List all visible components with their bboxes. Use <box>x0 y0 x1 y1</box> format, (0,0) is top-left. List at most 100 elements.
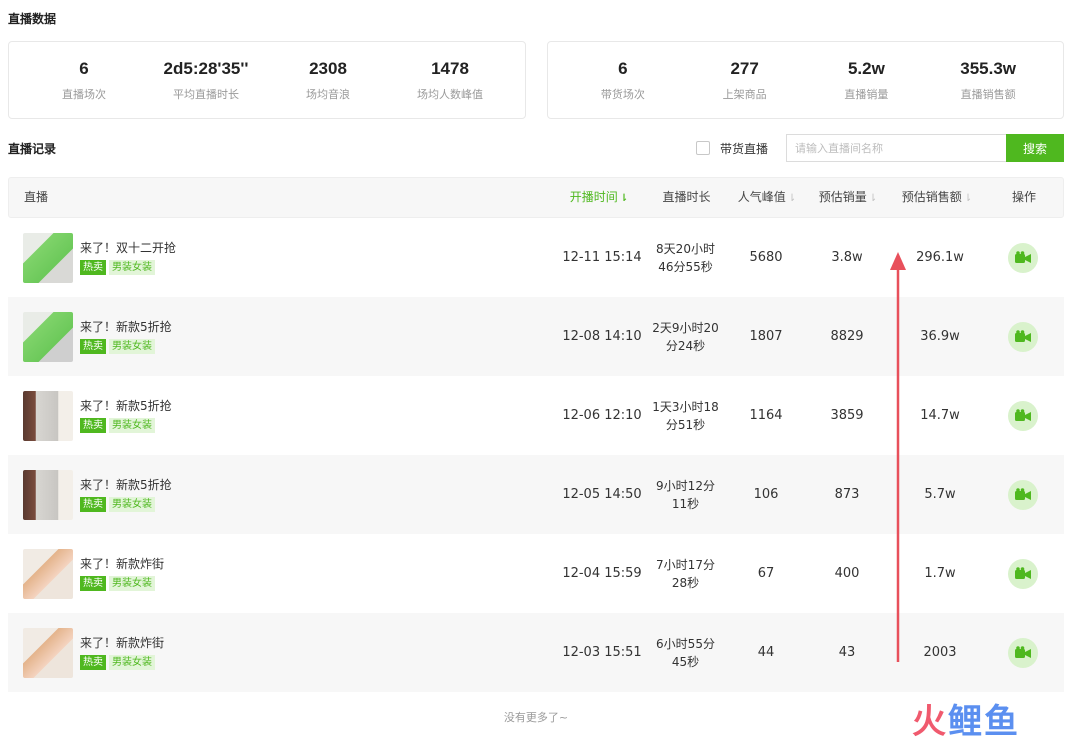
table-row[interactable]: 来了！新款5折抢 热卖 男装女装 12-08 14:10 2天9小时20分24秒 1807… <box>8 297 1064 376</box>
search-button[interactable]: 搜索 <box>1006 134 1064 162</box>
table-row[interactable]: 来了！新款5折抢 热卖 男装女装 12-06 12:10 1天3小时18分51秒 1164… <box>8 376 1064 455</box>
stat-label: 上架商品 <box>722 88 767 101</box>
stat-value: 2d5:28'35'' <box>163 59 249 78</box>
replay-video-button[interactable] <box>1008 479 1038 510</box>
sort-icon: ⇂ <box>963 193 973 204</box>
stream-thumbnail[interactable] <box>23 233 73 283</box>
video-camera-icon <box>1015 566 1031 579</box>
peak-viewers-cell: 106 <box>753 487 779 502</box>
sort-down-icon: ⇂ <box>619 193 629 204</box>
stat-label: 直播销量 <box>844 88 889 101</box>
records-filter: 带货直播 搜索 <box>695 134 1064 162</box>
action-cell <box>1008 376 1038 455</box>
hot-tag: 热卖 <box>80 339 106 354</box>
header-est-sales[interactable]: 预估销量 ⇂ <box>813 178 883 217</box>
replay-video-button[interactable] <box>1008 242 1038 273</box>
sales-live-checkbox[interactable] <box>695 141 710 155</box>
stream-title[interactable]: 来了！新款5折抢 <box>80 397 172 414</box>
stat-live-sales-volume: 5.2w 直播销量 <box>806 58 928 102</box>
stats-section-title: 直播数据 <box>8 12 57 26</box>
header-peak-label: 人气峰值 <box>737 190 786 204</box>
stream-thumbnail[interactable] <box>23 549 73 599</box>
peak-viewers-cell: 1807 <box>749 329 783 344</box>
stream-title[interactable]: 来了！双十二开抢 <box>80 239 176 256</box>
records-section-title: 直播记录 <box>8 142 57 156</box>
stat-label: 直播销售额 <box>960 88 1016 101</box>
header-est-revenue[interactable]: 预估销售额 ⇂ <box>897 178 977 217</box>
stat-live-revenue: 355.3w 直播销售额 <box>927 58 1049 102</box>
duration-text: 6小时55分45秒 <box>656 636 715 669</box>
header-est-sales-label: 预估销量 <box>818 190 867 204</box>
header-stream: 直播 <box>24 190 49 204</box>
watermark-part-1: 火 <box>912 702 948 739</box>
table-row[interactable]: 来了！新款炸街 热卖 男装女装 12-03 15:51 6小时55分45秒 44 43 200… <box>8 613 1064 692</box>
est-revenue-cell: 5.7w <box>924 487 956 502</box>
est-revenue-cell: 296.1w <box>916 250 964 265</box>
replay-video-button[interactable] <box>1008 637 1038 668</box>
table-row[interactable]: 来了！双十二开抢 热卖 男装女装 12-11 15:14 8天20小时46分55秒 568… <box>8 218 1064 297</box>
table-row[interactable]: 来了！新款5折抢 热卖 男装女装 12-05 14:50 9小时12分11秒 106 873… <box>8 455 1064 534</box>
duration-text: 7小时17分28秒 <box>656 557 715 590</box>
video-camera-icon <box>1015 329 1031 342</box>
stream-tags: 热卖 男装女装 <box>80 260 155 275</box>
duration-cell: 8天20小时46分55秒 <box>648 218 723 297</box>
video-camera-icon <box>1015 250 1031 263</box>
est-revenue-cell: 1.7w <box>924 566 956 581</box>
est-sales-cell: 8829 <box>830 329 864 344</box>
stream-title[interactable]: 来了！新款5折抢 <box>80 476 172 493</box>
stat-value: 277 <box>730 59 759 78</box>
category-tag: 男装女装 <box>109 260 155 275</box>
category-tag: 男装女装 <box>109 339 155 354</box>
peak-viewers-cell: 67 <box>757 566 775 581</box>
stream-title[interactable]: 来了！新款5折抢 <box>80 318 172 335</box>
header-start-time-label: 开播时间 <box>569 190 618 204</box>
stat-value: 5.2w <box>847 59 885 78</box>
replay-video-button[interactable] <box>1008 400 1038 431</box>
stat-avg-duration: 2d5:28'35'' 平均直播时长 <box>145 58 267 102</box>
stat-live-count: 6 直播场次 <box>23 58 145 102</box>
duration-text: 1天3小时18分51秒 <box>652 399 719 432</box>
stream-thumbnail[interactable] <box>23 470 73 520</box>
header-start-time[interactable]: 开播时间 ⇂ <box>561 178 637 217</box>
header-est-revenue-label: 预估销售额 <box>901 190 962 204</box>
sales-stats-card: 6 带货场次 277 上架商品 5.2w 直播销量 355.3w 直播销售额 <box>547 41 1064 119</box>
duration-cell: 6小时55分45秒 <box>648 613 723 692</box>
duration-text: 9小时12分11秒 <box>656 478 715 511</box>
start-time-cell: 12-06 12:10 <box>562 408 642 423</box>
live-room-search-input[interactable] <box>786 134 1006 162</box>
stream-tags: 热卖 男装女装 <box>80 418 155 433</box>
stream-tags: 热卖 男装女装 <box>80 339 155 354</box>
hot-tag: 热卖 <box>80 655 106 670</box>
stream-title[interactable]: 来了！新款炸街 <box>80 634 164 651</box>
est-sales-cell: 873 <box>834 487 860 502</box>
live-stats-card: 6 直播场次 2d5:28'35'' 平均直播时长 2308 场均音浪 1478… <box>8 41 526 119</box>
peak-viewers-cell: 1164 <box>749 408 783 423</box>
table-row[interactable]: 来了！新款炸街 热卖 男装女装 12-04 15:59 7小时17分28秒 67 400 1.… <box>8 534 1064 613</box>
est-revenue-cell: 14.7w <box>920 408 960 423</box>
category-tag: 男装女装 <box>109 576 155 591</box>
replay-video-button[interactable] <box>1008 321 1038 352</box>
watermark-part-2: 鲤鱼 <box>948 702 1020 739</box>
stat-label: 场均人数峰值 <box>417 88 483 101</box>
duration-cell: 9小时12分11秒 <box>648 455 723 534</box>
hot-tag: 热卖 <box>80 260 106 275</box>
replay-video-button[interactable] <box>1008 558 1038 589</box>
duration-text: 2天9小时20分24秒 <box>652 320 719 353</box>
stream-title[interactable]: 来了！新款炸街 <box>80 555 164 572</box>
stream-thumbnail[interactable] <box>23 628 73 678</box>
video-camera-icon <box>1015 645 1031 658</box>
header-peak-viewers[interactable]: 人气峰值 ⇂ <box>731 178 803 217</box>
duration-text: 8天20小时46分55秒 <box>656 241 715 274</box>
stream-thumbnail[interactable] <box>23 391 73 441</box>
hot-tag: 热卖 <box>80 497 106 512</box>
est-revenue-cell: 36.9w <box>920 329 960 344</box>
category-tag: 男装女装 <box>109 655 155 670</box>
stat-value: 6 <box>618 59 628 78</box>
stream-thumbnail[interactable] <box>23 312 73 362</box>
stat-avg-peak-viewers: 1478 场均人数峰值 <box>389 58 511 102</box>
action-cell <box>1008 218 1038 297</box>
sales-live-checkbox-label[interactable]: 带货直播 <box>720 140 768 157</box>
stat-label: 场均音浪 <box>306 88 350 101</box>
stat-value: 355.3w <box>960 59 1016 78</box>
est-revenue-cell: 2003 <box>923 645 957 660</box>
